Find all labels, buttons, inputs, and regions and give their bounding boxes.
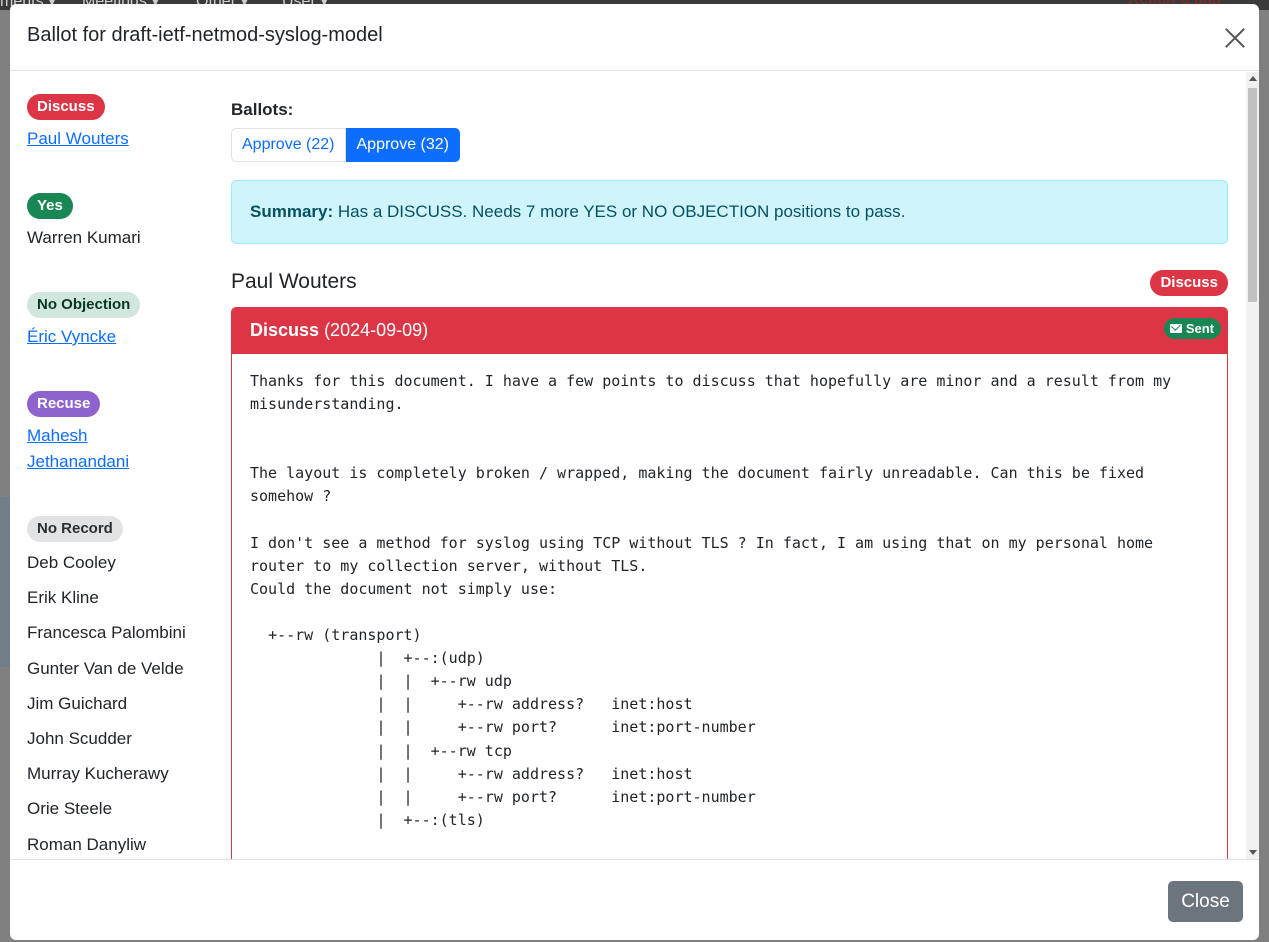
scroll-thumb[interactable] (1248, 88, 1257, 302)
discuss-text-content: Thanks for this document. I have a few p… (250, 372, 1172, 859)
person-link[interactable]: Paul Wouters (27, 126, 129, 152)
card-date: (2024-09-09) (324, 320, 429, 340)
person-name: Warren Kumari (27, 228, 141, 247)
no-record-list: Deb Cooley Erik Kline Francesca Palombin… (27, 550, 186, 859)
ballot-tab-approve-32[interactable]: Approve (32) (345, 128, 460, 162)
person-name: Orie Steele (27, 799, 113, 819)
summary-text: Has a DISCUSS. Needs 7 more YES or NO OB… (337, 202, 906, 221)
discuss-badge: Discuss (1150, 270, 1228, 296)
no-objection-badge: No Objection (27, 292, 141, 318)
ballots-label: Ballots: (231, 100, 294, 119)
modal-footer: Close (10, 859, 1259, 940)
summary-alert: Summary: Has a DISCUSS. Needs 7 more YES… (231, 180, 1228, 244)
position-group-no-objection: No Objection Éric Vyncke (27, 292, 141, 350)
modal-title: Ballot for draft-ietf-netmod-syslog-mode… (27, 24, 383, 46)
person-link[interactable]: Éric Vyncke (27, 324, 140, 350)
recuse-badge: Recuse (27, 391, 101, 417)
modal-body: Discuss Paul Wouters Yes Warren Kumari N… (10, 72, 1259, 859)
person-link[interactable]: Mahesh Jethanandani (27, 423, 167, 475)
background-band (0, 497, 10, 667)
close-icon[interactable] (1222, 25, 1248, 51)
person-name: Gunter Van de Velde (27, 658, 184, 678)
ballot-tab-approve-22[interactable]: Approve (22) (231, 128, 346, 162)
card-position: Discuss (250, 320, 320, 340)
person-name: Roman Danyliw (27, 834, 147, 854)
person-name: John Scudder (27, 728, 132, 748)
discuss-card: Discuss (2024-09-09) Sent Thanks for thi… (231, 307, 1228, 859)
person-name: Jim Guichard (27, 693, 128, 713)
card-title: Discuss (2024-09-09) (250, 320, 428, 341)
discuss-card-header: Discuss (2024-09-09) Sent (232, 308, 1227, 354)
position-group-yes: Yes Warren Kumari (27, 193, 141, 251)
no-record-badge: No Record (27, 516, 123, 542)
ballot-tabs: Approve (22) Approve (32) (231, 128, 460, 162)
scroll-up-icon[interactable] (1249, 76, 1257, 81)
position-group-recuse: Recuse Mahesh Jethanandani (27, 391, 167, 475)
ballot-author-name: Paul Wouters (231, 270, 357, 293)
sent-badge: Sent (1163, 318, 1221, 339)
ballot-modal: Ballot for draft-ietf-netmod-syslog-mode… (10, 4, 1259, 940)
discuss-badge: Discuss (27, 94, 105, 120)
summary-label: Summary: (250, 202, 334, 221)
scroll-down-icon[interactable] (1249, 850, 1257, 855)
position-group-discuss: Discuss Paul Wouters (27, 94, 129, 152)
envelope-icon (1169, 324, 1182, 333)
person-name: Erik Kline (27, 588, 99, 608)
person-name: Deb Cooley (27, 553, 116, 572)
position-group-no-record: No Record (27, 516, 123, 542)
modal-header: Ballot for draft-ietf-netmod-syslog-mode… (10, 4, 1259, 71)
person-name: Francesca Palombini (27, 623, 186, 643)
sent-label: Sent (1185, 321, 1214, 336)
yes-badge: Yes (27, 193, 73, 219)
person-name: Murray Kucherawy (27, 764, 169, 784)
discuss-text: Thanks for this document. I have a few p… (250, 370, 1210, 859)
author-position: Discuss (1150, 270, 1228, 296)
close-button[interactable]: Close (1168, 881, 1243, 922)
modal-scrollbar[interactable] (1246, 72, 1259, 859)
